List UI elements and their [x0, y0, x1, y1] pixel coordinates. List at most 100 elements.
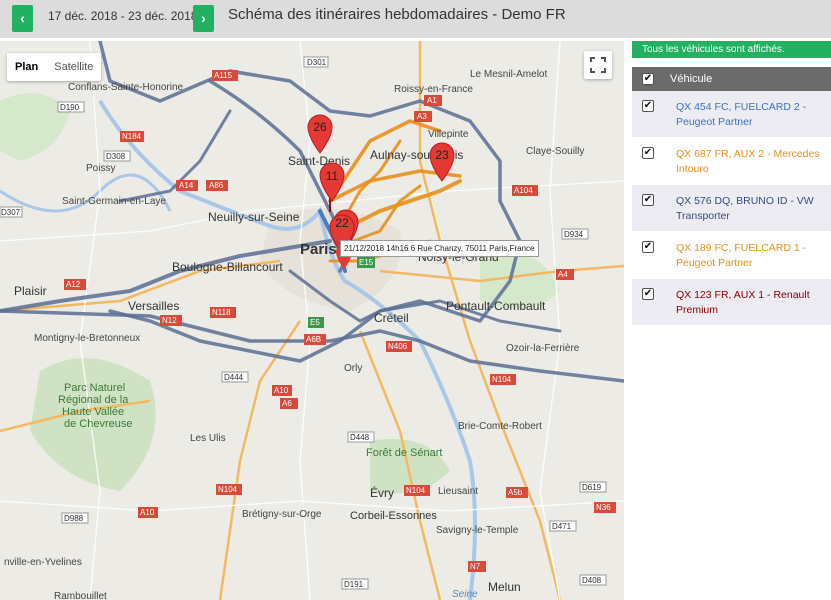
place-label: Régional de la [58, 394, 129, 406]
svg-text:D619: D619 [582, 483, 602, 492]
place-label: Pontault-Combault [446, 299, 546, 313]
place-label: Versailles [128, 299, 179, 313]
vehicle-name-link[interactable]: QX 123 FR, AUX 1 - Renault Premium [676, 288, 826, 318]
vehicle-name-link[interactable]: QX 454 FC, FUELCARD 2 - Peugeot Partner [676, 100, 826, 130]
place-label: Saint-Denis [288, 154, 350, 168]
road-shield: N104 [490, 374, 516, 385]
column-header-vehicle: Véhicule [670, 73, 713, 85]
vehicle-row[interactable]: ✔ QX 454 FC, FUELCARD 2 - Peugeot Partner [632, 91, 831, 138]
svg-text:D191: D191 [344, 580, 364, 589]
road-shield: A115 [212, 70, 238, 81]
svg-text:D934: D934 [564, 230, 584, 239]
svg-text:A4: A4 [558, 270, 568, 279]
vehicle-row[interactable]: ✔ QX 123 FR, AUX 1 - Renault Premium [632, 279, 831, 326]
road-shield: A14 [176, 180, 198, 191]
vehicle-name-link[interactable]: QX 687 FR, AUX 2 - Mercedes Intouro [676, 147, 826, 177]
vehicle-checkbox[interactable]: ✔ [642, 194, 654, 206]
svg-text:A5b: A5b [508, 488, 523, 497]
place-label: Plaisir [14, 284, 47, 298]
road-shield: E15 [357, 257, 375, 268]
place-label: Créteil [374, 311, 409, 325]
svg-text:A10: A10 [140, 508, 155, 517]
fullscreen-button[interactable] [584, 51, 612, 79]
svg-text:N104: N104 [218, 485, 238, 494]
svg-text:D190: D190 [60, 103, 80, 112]
marker-tooltip: 21/12/2018 14h16 6 Rue Chanzy, 75011 Par… [340, 240, 539, 257]
svg-text:N104: N104 [406, 486, 426, 495]
select-all-checkbox[interactable]: ✔ [642, 73, 654, 85]
svg-text:A14: A14 [179, 181, 194, 190]
svg-text:A104: A104 [514, 186, 533, 195]
page-title: Schéma des itinéraires hebdomadaires - D… [228, 6, 566, 23]
vehicle-checkbox[interactable]: ✔ [642, 147, 654, 159]
svg-text:N12: N12 [162, 316, 177, 325]
place-label: Évry [370, 485, 394, 500]
place-label: Haute Vallée [62, 406, 124, 418]
vehicle-name-link[interactable]: QX 576 DQ, BRUNO ID - VW Transporter [676, 194, 826, 224]
road-shield: N104 [404, 485, 430, 496]
road-shield: D619 [579, 481, 607, 493]
vehicle-checkbox[interactable]: ✔ [642, 241, 654, 253]
next-week-button[interactable]: › [193, 5, 214, 32]
road-shield: A12 [64, 279, 86, 290]
svg-text:D301: D301 [307, 58, 327, 67]
svg-text:23: 23 [435, 148, 449, 162]
place-label: Lieusaint [438, 486, 478, 497]
road-shield: D448 [347, 431, 375, 443]
road-shield: D308 [103, 150, 131, 162]
map-canvas[interactable]: Conflans-Sainte-Honorine Le Mesnil-Amelo… [0, 41, 624, 600]
previous-week-button[interactable]: ‹ [12, 5, 33, 32]
place-label: Brétigny-sur-Orge [242, 509, 322, 520]
svg-text:22: 22 [335, 216, 349, 230]
place-label: Savigny-le-Temple [436, 525, 519, 536]
svg-text:D448: D448 [350, 433, 370, 442]
place-label: Parc Naturel [64, 382, 125, 394]
vehicle-name-link[interactable]: QX 189 FC, FUELCARD 1 - Peugeot Partner [676, 241, 826, 271]
svg-text:A12: A12 [66, 280, 81, 289]
place-label: Boulogne-Billancourt [172, 260, 283, 274]
place-label: Corbeil-Essonnes [350, 510, 437, 522]
vehicle-row[interactable]: ✔ QX 687 FR, AUX 2 - Mercedes Intouro [632, 138, 831, 185]
date-range: 17 déc. 2018 - 23 déc. 2018 [48, 9, 198, 23]
vehicle-checkbox[interactable]: ✔ [642, 100, 654, 112]
road-shield: A6B [304, 334, 326, 345]
vehicle-row[interactable]: ✔ QX 576 DQ, BRUNO ID - VW Transporter [632, 185, 831, 232]
map-type-satellite-button[interactable]: Satellite [46, 53, 101, 81]
svg-text:D444: D444 [224, 373, 244, 382]
road-shield: D934 [561, 228, 589, 240]
svg-text:26: 26 [313, 120, 327, 134]
route-map[interactable]: Conflans-Sainte-Honorine Le Mesnil-Amelo… [0, 41, 624, 600]
svg-text:A3: A3 [417, 112, 427, 121]
place-label: Conflans-Sainte-Honorine [68, 82, 184, 93]
road-shield: A6 [280, 398, 298, 409]
road-shield: A5b [506, 487, 528, 498]
map-type-control: Plan Satellite [7, 53, 102, 81]
road-shield: D444 [221, 371, 249, 383]
road-shield: E5 [308, 317, 324, 328]
place-label: Melun [488, 580, 521, 594]
place-label: Saint-Germain-en-Laye [62, 196, 166, 207]
svg-text:D308: D308 [106, 152, 126, 161]
svg-text:D471: D471 [552, 522, 572, 531]
vehicle-table-header: ✔ Véhicule [632, 67, 831, 91]
place-label: Paris [300, 241, 337, 258]
status-message: Tous les véhicules sont affichés. [632, 41, 831, 58]
road-shield: N118 [210, 307, 236, 318]
place-label: Montigny-le-Bretonneux [34, 333, 140, 344]
road-shield: D191 [341, 578, 369, 590]
svg-text:E15: E15 [359, 258, 374, 267]
vehicle-checkbox[interactable]: ✔ [642, 288, 654, 300]
top-bar: ‹ 17 déc. 2018 - 23 déc. 2018 › Schéma d… [0, 0, 831, 38]
road-shield: N7 [468, 561, 486, 572]
place-label: Claye-Souilly [526, 146, 584, 157]
road-shield: A10 [138, 507, 158, 518]
map-type-plan-button[interactable]: Plan [7, 53, 46, 81]
vehicle-list: ✔ QX 454 FC, FUELCARD 2 - Peugeot Partner… [632, 91, 831, 326]
vehicle-row[interactable]: ✔ QX 189 FC, FUELCARD 1 - Peugeot Partner [632, 232, 831, 279]
road-shield: N406 [386, 341, 412, 352]
svg-text:A115: A115 [214, 71, 233, 80]
svg-text:N406: N406 [388, 342, 408, 351]
road-shield: D988 [61, 512, 89, 524]
road-shield: N12 [160, 315, 182, 326]
fullscreen-icon [590, 57, 606, 73]
